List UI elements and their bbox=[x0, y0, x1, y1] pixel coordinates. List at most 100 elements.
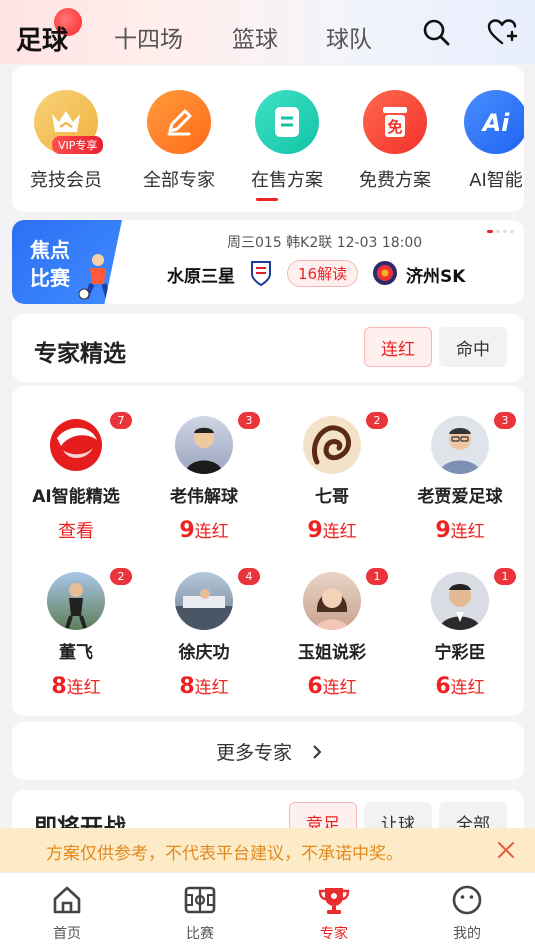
ai-icon: Ai bbox=[464, 90, 524, 154]
disclaimer-bar: 方案仅供参考，不代表平台建议，不承诺中奖。 bbox=[0, 828, 535, 872]
expert-streak: 8连红 bbox=[179, 674, 229, 699]
away-team: 济州SK bbox=[406, 267, 466, 287]
tab-match[interactable]: 比赛 bbox=[160, 885, 240, 943]
favorite-add-icon[interactable] bbox=[486, 16, 518, 48]
svg-text:Ai: Ai bbox=[481, 109, 511, 137]
expert-badge: 2 bbox=[110, 568, 132, 585]
filter-streak[interactable]: 连红 bbox=[364, 327, 432, 367]
tab-label: 比赛 bbox=[186, 926, 214, 942]
free-icon: 免 bbox=[363, 90, 427, 154]
expert-item[interactable]: 1 玉姐说彩 6连红 bbox=[268, 568, 396, 699]
trophy-icon bbox=[318, 888, 350, 914]
tab-mine[interactable]: 我的 bbox=[427, 885, 507, 943]
category-member[interactable]: VIP专享 竞技会员 bbox=[16, 90, 116, 192]
category-label: 免费方案 bbox=[359, 170, 431, 191]
expert-name: 董飞 bbox=[59, 643, 93, 663]
expert-ai[interactable]: 7 AI智能精选 查看 bbox=[12, 412, 140, 543]
expert-streak: 6连红 bbox=[307, 674, 357, 699]
expert-name: 老贾爱足球 bbox=[417, 487, 503, 507]
expert-item[interactable]: 2 董飞 8连红 bbox=[12, 568, 140, 699]
top-nav: 足球 十四场 篮球 球队 bbox=[0, 0, 535, 64]
filter-hit[interactable]: 命中 bbox=[439, 327, 507, 367]
focus-tag-line2: 比赛 bbox=[30, 266, 70, 290]
close-icon[interactable] bbox=[496, 840, 516, 860]
avatar bbox=[175, 416, 233, 474]
home-team-logo-icon bbox=[251, 261, 271, 286]
expert-name: 宁彩臣 bbox=[434, 643, 486, 663]
tab-home[interactable]: 首页 bbox=[27, 885, 107, 943]
expert-item[interactable]: 2 七哥 9连红 bbox=[268, 412, 396, 543]
away-team-logo-icon bbox=[373, 261, 397, 285]
scroll-indicator bbox=[256, 198, 278, 201]
match-info: 周三015 韩K2联 12-03 18:00 bbox=[227, 235, 423, 251]
category-free[interactable]: 免 免费方案 bbox=[345, 90, 445, 192]
category-all-experts[interactable]: 全部专家 bbox=[129, 90, 229, 192]
expert-name: 七哥 bbox=[315, 487, 349, 507]
home-team: 水原三星 bbox=[167, 267, 235, 287]
smile-icon bbox=[452, 885, 482, 915]
expert-name: 徐庆功 bbox=[178, 643, 230, 663]
expert-name: 玉姐说彩 bbox=[298, 643, 366, 663]
expert-item[interactable]: 3 老伟解球 9连红 bbox=[140, 412, 268, 543]
expert-streak: 8连红 bbox=[51, 674, 101, 699]
avatar bbox=[303, 572, 361, 630]
tab-basketball[interactable]: 篮球 bbox=[232, 20, 278, 54]
category-card: VIP专享 竞技会员 全部专家 在售方案 免 免费方案 Ai AI智能 bbox=[12, 66, 524, 212]
focus-tag-line1: 焦点 bbox=[30, 238, 70, 262]
expert-streak: 9连红 bbox=[435, 518, 485, 543]
expert-badge: 7 bbox=[110, 412, 132, 429]
avatar bbox=[303, 416, 361, 474]
focus-match-tag: 焦点 比赛 bbox=[12, 220, 122, 304]
focus-match-card[interactable]: 焦点 比赛 周三015 韩K2联 12-03 18:00 水原三星 16解读 济… bbox=[12, 220, 524, 304]
expert-badge: 1 bbox=[494, 568, 516, 585]
more-experts-button[interactable]: 更多专家 bbox=[12, 722, 524, 780]
expert-badge: 3 bbox=[238, 412, 260, 429]
category-label: 全部专家 bbox=[143, 170, 215, 191]
expert-streak: 6连红 bbox=[435, 674, 485, 699]
reads-pill[interactable]: 16解读 bbox=[287, 260, 359, 287]
expert-badge: 2 bbox=[366, 412, 388, 429]
tab-label: 我的 bbox=[453, 926, 481, 942]
avatar bbox=[47, 572, 105, 630]
expert-section-title: 专家精选 bbox=[34, 341, 126, 367]
pitch-icon bbox=[184, 886, 216, 914]
tab-fourteen[interactable]: 十四场 bbox=[114, 20, 183, 54]
bottom-tab-bar: 首页 比赛 专家 我的 bbox=[0, 872, 535, 951]
category-ai[interactable]: Ai AI智能 bbox=[446, 90, 524, 192]
svg-text:免: 免 bbox=[387, 118, 402, 136]
avatar bbox=[431, 572, 489, 630]
category-label: 竞技会员 bbox=[30, 170, 102, 191]
view-link[interactable]: 查看 bbox=[12, 517, 140, 543]
disclaimer-text: 方案仅供参考，不代表平台建议，不承诺中奖。 bbox=[46, 844, 403, 864]
expert-section-header: 专家精选 连红 命中 bbox=[12, 314, 524, 382]
avatar bbox=[175, 572, 233, 630]
expert-streak: 9连红 bbox=[179, 518, 229, 543]
expert-grid: 7 AI智能精选 查看 3 老伟解球 9连红 2 七哥 9连红 3 老贾爱足球 … bbox=[12, 386, 524, 716]
more-experts-label: 更多专家 bbox=[216, 742, 293, 764]
expert-item[interactable]: 3 老贾爱足球 9连红 bbox=[396, 412, 524, 543]
pen-icon bbox=[147, 90, 211, 154]
home-icon bbox=[53, 886, 81, 914]
expert-item[interactable]: 1 宁彩臣 6连红 bbox=[396, 568, 524, 699]
carousel-dots bbox=[487, 230, 514, 233]
vip-badge: VIP专享 bbox=[52, 136, 104, 154]
avatar bbox=[431, 416, 489, 474]
doc-icon bbox=[255, 90, 319, 154]
expert-streak: 9连红 bbox=[307, 518, 357, 543]
tab-label: 首页 bbox=[53, 926, 81, 942]
ai-logo-icon bbox=[47, 416, 105, 474]
expert-name: AI智能精选 bbox=[32, 487, 120, 507]
expert-badge: 3 bbox=[494, 412, 516, 429]
expert-name: 老伟解球 bbox=[170, 487, 238, 507]
expert-item[interactable]: 4 徐庆功 8连红 bbox=[140, 568, 268, 699]
category-label: AI智能 bbox=[469, 170, 523, 191]
expert-badge: 4 bbox=[238, 568, 260, 585]
player-icon bbox=[78, 254, 111, 300]
search-icon[interactable] bbox=[420, 16, 452, 48]
tab-team[interactable]: 球队 bbox=[326, 20, 372, 54]
category-on-sale[interactable]: 在售方案 bbox=[237, 90, 337, 192]
category-label: 在售方案 bbox=[251, 170, 323, 191]
tab-expert[interactable]: 专家 bbox=[294, 885, 374, 943]
tab-football[interactable]: 足球 bbox=[16, 20, 68, 57]
chevron-right-icon bbox=[313, 745, 322, 759]
